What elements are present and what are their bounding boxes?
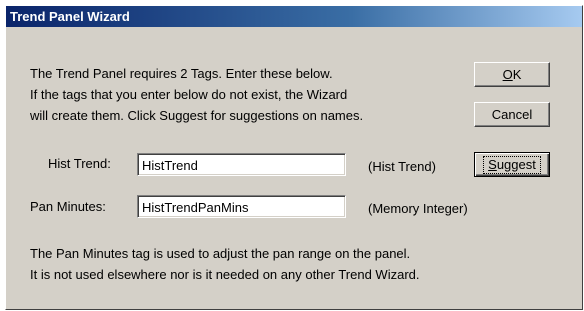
intro-line-3: will create them. Click Suggest for sugg… — [30, 108, 364, 123]
note-line-2: It is not used elsewhere nor is it neede… — [30, 267, 420, 282]
dialog-title: Trend Panel Wizard — [10, 9, 130, 24]
pan-minutes-input[interactable] — [137, 195, 346, 218]
intro-line-1: The Trend Panel requires 2 Tags. Enter t… — [30, 66, 333, 81]
title-bar[interactable]: Trend Panel Wizard — [6, 6, 582, 27]
trend-panel-wizard-dialog: Trend Panel Wizard The Trend Panel requi… — [5, 5, 583, 310]
hist-trend-label: Hist Trend: — [48, 156, 111, 171]
suggest-label-rest: uggest — [496, 156, 536, 172]
intro-line-2: If the tags that you enter below do not … — [30, 87, 348, 102]
ok-accelerator: O — [502, 66, 513, 82]
note-line-1: The Pan Minutes tag is used to adjust th… — [30, 246, 411, 261]
suggest-accelerator: S — [488, 156, 497, 172]
hist-trend-type: (Hist Trend) — [368, 159, 436, 174]
pan-minutes-label: Pan Minutes: — [30, 199, 106, 214]
ok-label-rest: K — [512, 66, 522, 82]
suggest-focus: Suggest — [483, 155, 541, 174]
hist-trend-input[interactable] — [137, 153, 346, 176]
suggest-button[interactable]: Suggest — [474, 152, 550, 177]
cancel-button[interactable]: Cancel — [474, 102, 550, 127]
ok-button[interactable]: OK — [474, 62, 550, 87]
pan-minutes-type: (Memory Integer) — [368, 201, 468, 216]
